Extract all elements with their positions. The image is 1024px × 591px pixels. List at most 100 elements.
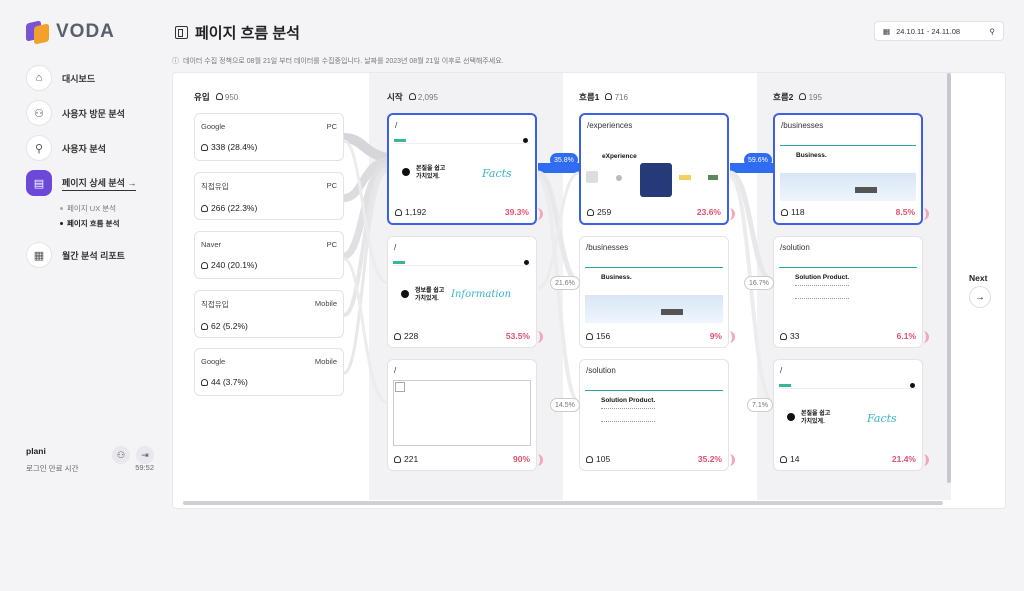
- thumbnail-text: Business.: [796, 152, 827, 159]
- source-card[interactable]: Naver PC 240 (20.1%): [194, 231, 344, 279]
- page-exit-rate: 35.2%: [697, 454, 722, 464]
- flow-rate-badge: 59.6%: [744, 153, 772, 167]
- page-title-text: 페이지 흐름 분석: [195, 25, 300, 42]
- column-count: 950: [215, 92, 238, 102]
- next-label: Next: [969, 273, 988, 283]
- sub-item-label: 페이지 흐름 분석: [67, 219, 120, 228]
- thumbnail-text: eXperience: [602, 153, 637, 160]
- thumbnail-script: Information: [451, 289, 512, 300]
- page-card[interactable]: /experiences eXperience 259 23.6%: [579, 113, 729, 225]
- page-users: 1,192: [395, 207, 426, 217]
- page-exit-rate: 53.5%: [505, 331, 530, 341]
- source-name: 직접유입: [201, 182, 229, 191]
- user-icon: [395, 208, 402, 216]
- page-card[interactable]: /solution Solution Product. 105 35.2%: [579, 359, 729, 471]
- sidebar-item-monthly-report[interactable]: ▦ 월간 분석 리포트: [26, 241, 156, 269]
- source-device: Mobile: [314, 299, 337, 308]
- calendar-icon: ▦: [883, 26, 891, 36]
- flow-rate-badge: 21.6%: [550, 276, 580, 290]
- sub-item-label: 페이지 UX 분석: [67, 204, 117, 213]
- page-card[interactable]: / 본질을 쉽고 가치있게. Facts 14 21.4%: [773, 359, 923, 471]
- thumbnail-text: Solution Product.: [795, 274, 850, 281]
- sub-item-page-flow[interactable]: 페이지 흐름 분석: [60, 216, 156, 231]
- date-range-picker[interactable]: ▦ 24.10.11 - 24.11.08 ⚲: [874, 21, 1004, 41]
- user-icon: [799, 92, 807, 100]
- page-users: 228: [394, 331, 418, 341]
- page-users: 14: [780, 454, 799, 464]
- page-card[interactable]: / 221 90%: [387, 359, 537, 471]
- column-count: 716: [605, 92, 628, 102]
- page-card[interactable]: / 본질을 쉽고 가치있게. Facts 1,192 39.3%: [387, 113, 537, 225]
- sidebar-item-label: 사용자 분석: [62, 143, 106, 154]
- thumbnail-text: Business.: [601, 274, 632, 281]
- column-header-flow2: 흐름2 195: [773, 91, 822, 103]
- horizontal-scrollbar[interactable]: [183, 501, 943, 505]
- page-thumbnail: Business.: [585, 257, 723, 323]
- sidebar-item-page-detail[interactable]: ▤ 페이지 상세 분석 →: [26, 169, 156, 197]
- thumbnail-text: 정보를 쉽고 가치있게.: [415, 288, 445, 303]
- sidebar-item-label: 사용자 방문 분석: [62, 108, 125, 119]
- sidebar-item-visit-analysis[interactable]: ⚇ 사용자 방문 분석: [26, 99, 156, 127]
- sidebar-item-dashboard[interactable]: ⌂ 대시보드: [26, 64, 156, 92]
- page-icon: ▤: [26, 170, 52, 196]
- logout-icon[interactable]: ⇥: [136, 446, 154, 464]
- search-icon[interactable]: ⚲: [990, 27, 996, 36]
- source-card[interactable]: Google Mobile 44 (3.7%): [194, 348, 344, 396]
- source-name: Naver: [201, 240, 222, 249]
- arrow-right-icon[interactable]: →: [969, 286, 991, 308]
- user-icon: [394, 332, 401, 340]
- page-users: 156: [586, 331, 610, 341]
- column-count: 195: [799, 92, 822, 102]
- page-card[interactable]: /solution Solution Product. 33 6.1%: [773, 236, 923, 348]
- sub-item-page-ux[interactable]: 페이지 UX 분석: [60, 201, 156, 216]
- page-card[interactable]: /businesses Business. 156 9%: [579, 236, 729, 348]
- notice: ⓘ 데이터 수집 정책으로 08월 21일 부터 데이터를 수집중입니다. 날짜…: [172, 56, 504, 66]
- source-card[interactable]: 직접유입 Mobile 62 (5.2%): [194, 290, 344, 338]
- thumbnail-text: 본질을 쉽고 가치있게.: [416, 166, 446, 181]
- user-icon: [201, 204, 208, 212]
- user-icon: [201, 322, 208, 330]
- source-value: 338 (28.4%): [211, 142, 258, 152]
- app-logo[interactable]: VODA: [26, 20, 115, 45]
- source-value: 266 (22.3%): [211, 203, 258, 213]
- user-icon: [394, 455, 401, 463]
- page-thumbnail: 본질을 쉽고 가치있게. Facts: [779, 380, 917, 446]
- source-device: PC: [326, 181, 337, 190]
- sidebar: VODA ⌂ 대시보드 ⚇ 사용자 방문 분석 ⚲ 사용자 분석 ▤ 페이지 상…: [0, 0, 160, 591]
- page-users: 259: [587, 207, 611, 217]
- source-device: PC: [326, 122, 337, 131]
- session-label: 로그인 만료 시간: [26, 464, 79, 473]
- page-path: /: [780, 366, 783, 375]
- notice-text: 데이터 수집 정책으로 08월 21일 부터 데이터를 수집중입니다. 날짜를 …: [183, 58, 504, 65]
- page-users: 118: [781, 207, 805, 217]
- sidebar-item-user-analysis[interactable]: ⚲ 사용자 분석: [26, 134, 156, 162]
- user-icon: [780, 332, 787, 340]
- source-value: 62 (5.2%): [211, 321, 248, 331]
- thumbnail-text: 본질을 쉽고 가치있게.: [801, 411, 831, 426]
- source-card[interactable]: Google PC 338 (28.4%): [194, 113, 344, 161]
- page-users: 105: [586, 454, 610, 464]
- page-exit-rate: 6.1%: [896, 331, 916, 341]
- sub-nav: 페이지 UX 분석 페이지 흐름 분석: [60, 201, 156, 231]
- bullet-icon: [60, 207, 63, 210]
- page-card[interactable]: / 정보를 쉽고 가치있게. Information 228 53.5%: [387, 236, 537, 348]
- source-card[interactable]: 직접유입 PC 266 (22.3%): [194, 172, 344, 220]
- page-path: /: [395, 121, 398, 130]
- sidebar-item-label: 대시보드: [62, 73, 96, 84]
- page-card[interactable]: /businesses Business. 118 8.5%: [773, 113, 923, 225]
- column-label: 흐름2: [773, 92, 794, 102]
- vertical-scrollbar[interactable]: [947, 73, 951, 483]
- flow-rate-badge: 35.8%: [550, 153, 578, 167]
- broken-image-icon: [393, 380, 531, 446]
- profile-icon[interactable]: ⚇: [112, 446, 130, 464]
- report-icon: ▦: [26, 242, 52, 268]
- source-value: 44 (3.7%): [211, 377, 248, 387]
- user-icon: [201, 378, 208, 386]
- user-icon: [408, 92, 416, 100]
- page-exit-rate: 23.6%: [696, 207, 721, 217]
- sidebar-item-label: 페이지 상세 분석 →: [62, 176, 137, 191]
- page-exit-rate: 39.3%: [504, 207, 529, 217]
- thumbnail-script: Facts: [482, 167, 512, 180]
- page-path: /businesses: [781, 121, 824, 130]
- column-label: 시작: [387, 92, 403, 102]
